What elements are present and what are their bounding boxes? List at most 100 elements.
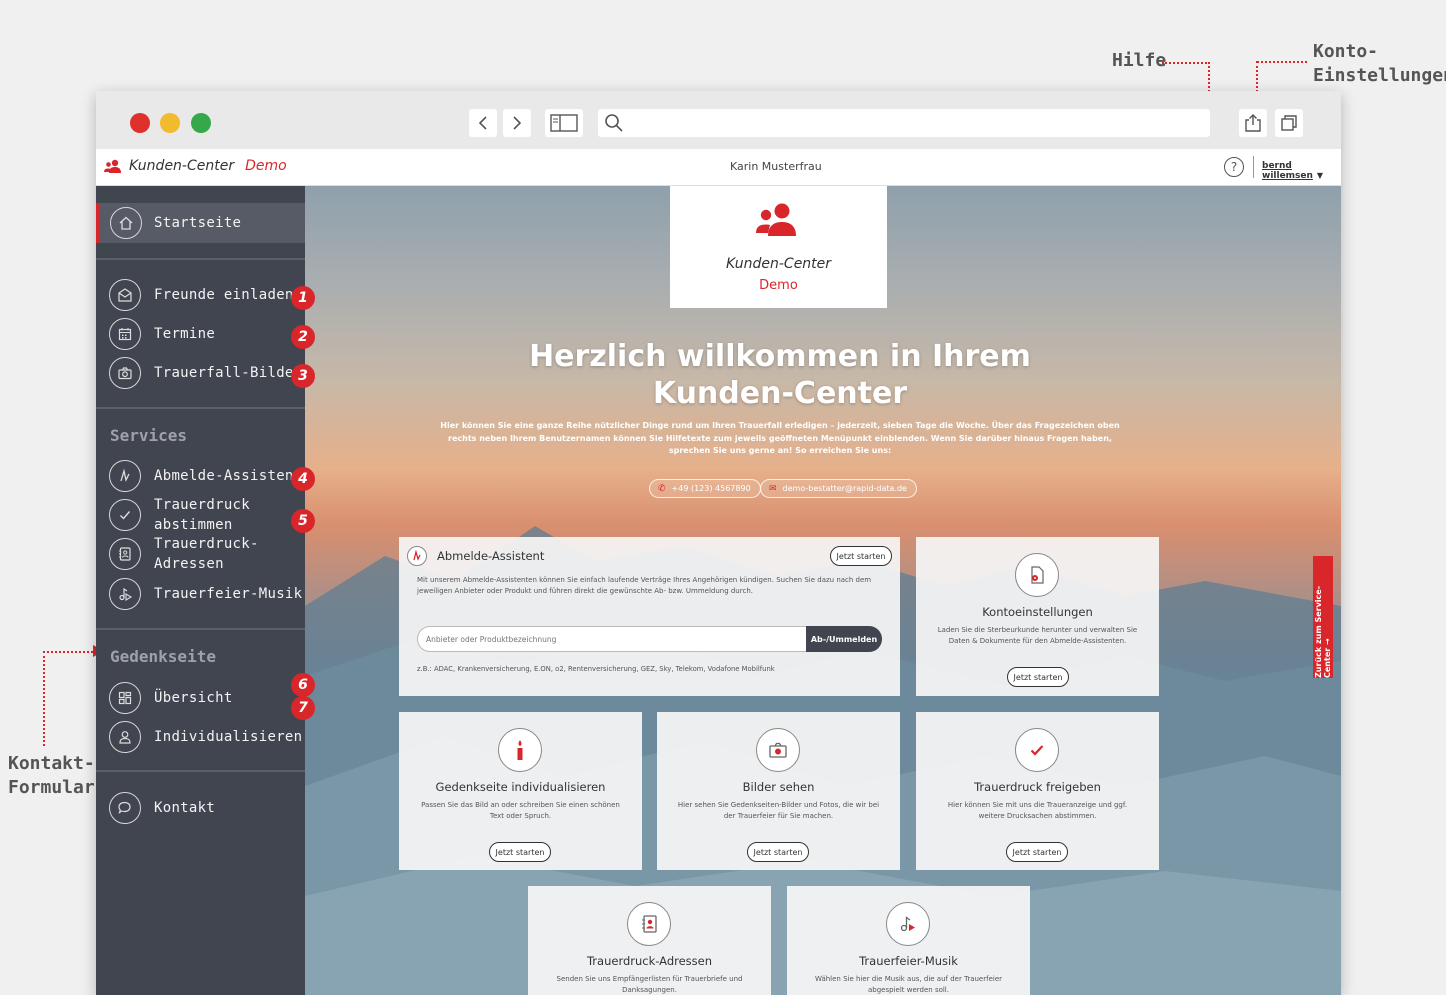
start-button[interactable]: Jetzt starten [747,842,809,862]
address-bar[interactable] [598,109,1210,137]
back-icon[interactable] [469,109,497,137]
account-name: bernd willemsen [1262,161,1313,181]
main-content: Kunden-Center Demo Herzlich willkommen i… [305,186,1341,995]
card-title: Gedenkseite individualisieren [435,780,606,794]
step-badge: 5 [291,509,315,533]
label-line: Trauerdruck [154,497,251,513]
sidebar-item-trauerfeier-musik[interactable]: Trauerfeier-Musik [96,574,305,614]
card-title: Bilder sehen [742,780,815,794]
card-desc: Passen Sie das Bild an oder schreiben Si… [421,801,620,820]
music-icon [886,902,930,946]
sidebar-item-trauerdruck-abstimmen[interactable]: Trauerdruck abstimmen [96,495,305,535]
phone-button[interactable]: ✆ +49 (123) 4567890 [649,479,761,498]
card-desc: Mit unserem Abmelde-Assistenten können S… [417,576,872,595]
card-bilder-sehen: Bilder sehen Hier sehen Sie Gedenkseiten… [657,712,900,870]
chat-icon [109,792,141,824]
card-desc: Wählen Sie hier die Musik aus, die auf d… [814,975,1003,994]
sidebar-item-uebersicht[interactable]: Übersicht [96,678,305,718]
card-trauerdruck-adressen: Trauerdruck-Adressen Senden Sie uns Empf… [528,886,771,995]
section-heading-gedenkseite: Gedenkseite [110,647,216,666]
sidebar-item-freunde-einladen[interactable]: Freunde einladen [96,275,305,315]
brand-demo: Demo [245,158,287,174]
tabs-icon[interactable] [1275,109,1303,137]
step-badge: 7 [291,696,315,720]
label-line: Trauerdruck- [154,536,259,552]
sidebar-item-trauerdruck-adressen[interactable]: Trauerdruck- Adressen [96,534,305,574]
address-book-icon [627,902,671,946]
start-button[interactable]: Jetzt starten [1006,842,1068,862]
share-icon[interactable] [1239,109,1267,137]
help-icon[interactable]: ? [1224,157,1244,177]
logo-box: Kunden-Center Demo [670,186,887,308]
card-gedenkseite-individualisieren: Gedenkseite individualisieren Passen Sie… [399,712,642,870]
contact-annotation-line [43,651,45,746]
maximize-window-button[interactable] [191,113,211,133]
account-annotation-line1: Konto- [1313,41,1379,62]
sidebar-item-label: Trauerdruck- Adressen [154,534,259,574]
unsubscribe-button[interactable]: Ab-/Ummelden [806,626,882,652]
start-button[interactable]: Jetzt starten [830,546,892,566]
people-icon [756,203,796,236]
email-button[interactable]: ✉ demo-bestatter@rapid-data.de [760,479,917,498]
account-annotation-line2: Einstellungen [1313,65,1446,86]
step-badge: 6 [291,673,315,697]
card-desc: Hier können Sie mit uns die Traueranzeig… [947,801,1128,820]
music-icon [109,578,141,610]
phone-icon: ✆ [658,483,666,494]
card-kontoeinstellungen: Kontoeinstellungen Laden Sie die Sterbeu… [916,537,1159,696]
card-title: Abmelde-Assistent [437,549,545,563]
divider [96,628,305,630]
sidebar: Startseite Freunde einladen 1 Termine 2 … [96,186,315,995]
sidebar-item-label: Freunde einladen [154,287,294,303]
step-badge: 1 [291,286,315,310]
user-icon [109,721,141,753]
calendar-icon [109,318,141,350]
sidebar-item-label: Übersicht [154,690,233,706]
signature-icon [407,546,427,566]
sidebar-item-label: Startseite [154,215,242,231]
label-line: Adressen [154,556,224,572]
start-button[interactable]: Jetzt starten [489,842,551,862]
chevron-down-icon: ▼ [1316,171,1324,180]
help-annotation: Hilfe [1112,50,1167,71]
divider [96,258,305,260]
brand[interactable]: Kunden-Center Demo [104,158,287,174]
card-desc: Hier sehen Sie Gedenkseiten-Bilder und F… [677,801,880,820]
logo-demo: Demo [759,278,798,293]
camera-icon [756,728,800,772]
sidebar-item-trauerfall-bilder[interactable]: Trauerfall-Bilder [96,353,305,393]
forward-icon[interactable] [503,109,531,137]
check-icon [1015,728,1059,772]
card-title: Trauerfeier-Musik [859,954,958,968]
search-icon [605,114,623,132]
sidebar-item-startseite[interactable]: Startseite [96,203,305,243]
mail-icon: ✉ [769,483,777,494]
minimize-window-button[interactable] [160,113,180,133]
step-badge: 2 [291,325,315,349]
contact-annotation-line [43,651,93,653]
sidebar-item-label: Abmelde-Assistent [154,468,303,484]
app-header: Kunden-Center Demo Karin Musterfrau ? ber… [96,149,1341,186]
sidebar-item-termine[interactable]: Termine [96,314,305,354]
sidebar-item-abmelde-assistent[interactable]: Abmelde-Assistent [96,456,305,496]
divider [96,407,305,409]
sidebar-item-kontakt[interactable]: Kontakt [96,788,305,828]
welcome-text: Hier können Sie eine ganze Reihe nützlic… [440,421,1120,455]
label-line: abstimmen [154,517,233,533]
provider-search: Ab-/Ummelden [417,626,882,652]
card-trauerdruck-freigeben: Trauerdruck freigeben Hier können Sie mi… [916,712,1159,870]
phone-number: +49 (123) 4567890 [671,484,751,493]
account-annotation: Konto- Einstellungen [1313,40,1446,88]
deceased-name: Karin Musterfrau [730,160,822,173]
back-to-service-center-tab[interactable]: Zurück zum Service-Center → [1313,556,1333,678]
start-button[interactable]: Jetzt starten [1007,667,1069,687]
sidebar-item-label: Individualisieren [154,729,303,745]
sidebar-item-individualisieren[interactable]: Individualisieren [96,717,305,757]
close-window-button[interactable] [130,113,150,133]
provider-search-input[interactable] [426,631,796,647]
sidebar-item-label: Trauerfall-Bilder [154,365,303,381]
account-menu[interactable]: bernd willemsen ▼ [1262,161,1341,181]
brand-title: Kunden-Center [129,158,235,174]
card-trauerfeier-musik: Trauerfeier-Musik Wählen Sie hier die Mu… [787,886,1030,995]
sidebar-toggle-icon[interactable] [545,109,583,137]
